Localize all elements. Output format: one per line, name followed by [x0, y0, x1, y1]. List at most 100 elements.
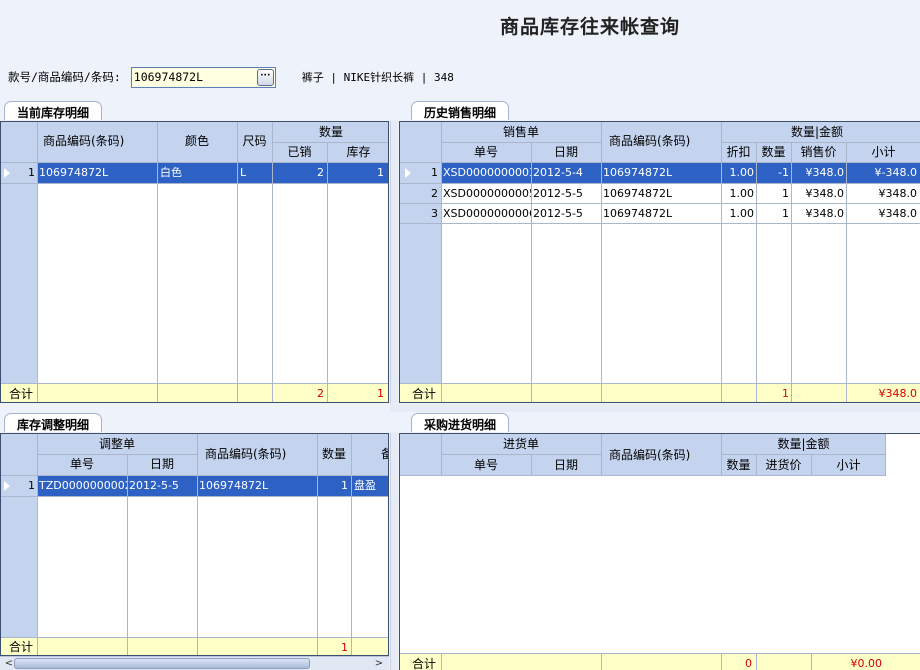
cell-code: 106974872L [39, 166, 109, 179]
stock-grid[interactable]: 商品编码(条码) 颜色 尺码 数量 已销 库存 1 106974872L 白色 … [0, 121, 389, 403]
lookup-button[interactable]: ··· [256, 68, 274, 86]
vertical-splitter-bottom[interactable] [390, 433, 398, 670]
cell-price: ¥348.0 [805, 207, 845, 220]
footer-stock: 1 [377, 387, 384, 400]
stock-panel: 当前库存明细 商品编码(条码) 颜色 尺码 数量 已销 库存 1 1069748… [0, 101, 390, 404]
cell-order-no: XSD0000000003 [443, 166, 531, 179]
purchase-panel: 采购进货明细 进货单 单号 日期 商品编码(条码) 数量|金额 数量 进货价 小… [399, 413, 920, 670]
cell-code: 106974872L [603, 187, 673, 200]
vertical-splitter-top[interactable] [390, 121, 398, 404]
col-group-adjust-order: 调整单 [98, 437, 135, 451]
cell-discount: 1.00 [729, 207, 755, 220]
col-header-price[interactable]: 销售价 [791, 143, 846, 161]
adjust-grid[interactable]: 调整单 单号 日期 商品编码(条码) 数量 备 1 TZD0000000002 … [0, 433, 389, 656]
footer-total-label: 合计 [412, 657, 437, 670]
cell-price: ¥348.0 [805, 187, 845, 200]
cell-stock: 1 [377, 166, 384, 179]
col-header-qty[interactable]: 数量 [317, 445, 351, 463]
cell-date: 2012-5-5 [533, 207, 583, 220]
purchase-grid[interactable]: 进货单 单号 日期 商品编码(条码) 数量|金额 数量 进货价 小计 合计 0 … [399, 433, 920, 670]
col-header-qty[interactable]: 数量 [721, 456, 756, 474]
search-input[interactable] [131, 67, 252, 87]
cell-price: ¥348.0 [805, 166, 845, 179]
cell-qty: 1 [782, 187, 789, 200]
footer-subtotal: ¥0.00 [850, 657, 883, 670]
col-group-purchase-order: 进货单 [502, 437, 539, 451]
col-header-date[interactable]: 日期 [127, 455, 197, 473]
sales-grid[interactable]: 销售单 单号 日期 商品编码(条码) 数量|金额 折扣 数量 销售价 小计 1 … [399, 121, 920, 403]
sales-panel: 历史销售明细 销售单 单号 日期 商品编码(条码) 数量|金额 折扣 数量 销售… [399, 101, 920, 404]
footer-sold: 2 [317, 387, 324, 400]
cell-discount: 1.00 [729, 187, 755, 200]
col-header-color[interactable]: 颜色 [157, 132, 237, 150]
col-header-subtotal[interactable]: 小计 [846, 143, 920, 161]
cell-qty: 1 [782, 207, 789, 220]
col-header-price[interactable]: 进货价 [756, 456, 811, 474]
col-header-stock[interactable]: 库存 [327, 143, 388, 161]
footer-qty: 1 [782, 387, 789, 400]
search-field[interactable]: ··· [130, 66, 276, 88]
footer-total-label: 合计 [9, 387, 34, 401]
tab-sales-history[interactable]: 历史销售明细 [411, 101, 510, 120]
cell-order-no: XSD0000000006 [443, 207, 531, 220]
col-header-sold[interactable]: 已销 [272, 143, 327, 161]
row-number: 1 [431, 166, 438, 179]
row-number: 1 [28, 479, 35, 492]
cell-sold: 2 [317, 166, 324, 179]
product-info: 裤子 | NIKE针织长裤 | 348 [301, 71, 454, 84]
footer-qty: 0 [745, 657, 752, 670]
search-label: 款号/商品编码/条码: [8, 70, 121, 84]
footer-qty: 1 [341, 641, 348, 654]
col-group-quantity-amount: 数量|金额 [777, 437, 830, 451]
cell-note: 盘盈 [354, 479, 376, 492]
col-header-order-no[interactable]: 单号 [37, 455, 127, 473]
col-header-code[interactable]: 商品编码(条码) [601, 446, 721, 464]
cell-subtotal: ¥348.0 [878, 207, 918, 220]
cell-order-no: XSD0000000005 [443, 187, 531, 200]
row-number: 3 [431, 207, 438, 220]
col-group-quantity: 数量 [318, 125, 343, 139]
scroll-right-icon[interactable]: > [372, 657, 386, 670]
footer-total-label: 合计 [9, 640, 34, 654]
col-group-sales-order: 销售单 [502, 125, 539, 139]
cell-subtotal: ¥-348.0 [874, 166, 917, 179]
footer-total-label: 合计 [412, 387, 437, 401]
col-header-code[interactable]: 商品编码(条码) [601, 132, 721, 150]
tab-purchase-detail[interactable]: 采购进货明细 [411, 413, 510, 432]
col-header-subtotal[interactable]: 小计 [811, 456, 886, 474]
footer-subtotal: ¥348.0 [878, 387, 918, 400]
cell-qty: -1 [778, 166, 789, 179]
cell-date: 2012-5-5 [533, 187, 583, 200]
col-header-code[interactable]: 商品编码(条码) [37, 132, 137, 150]
cell-code: 106974872L [603, 207, 673, 220]
horizontal-splitter[interactable] [390, 404, 920, 412]
row-number: 1 [28, 166, 35, 179]
cell-subtotal: ¥348.0 [878, 187, 918, 200]
col-header-date[interactable]: 日期 [531, 456, 601, 474]
adjust-horizontal-scrollbar[interactable]: < > [0, 656, 389, 670]
col-header-code[interactable]: 商品编码(条码) [197, 445, 317, 463]
col-header-qty[interactable]: 数量 [756, 143, 791, 161]
cell-date: 2012-5-5 [129, 479, 179, 492]
col-header-order-no[interactable]: 单号 [441, 143, 531, 161]
search-row: 款号/商品编码/条码: ··· 裤子 | NIKE针织长裤 | 348 [8, 66, 454, 88]
scroll-thumb[interactable] [14, 658, 310, 669]
col-header-discount[interactable]: 折扣 [721, 143, 756, 161]
page-title: 商品库存往来帐查询 [499, 16, 680, 38]
row-number: 2 [431, 187, 438, 200]
col-group-quantity-amount: 数量|金额 [791, 125, 844, 139]
col-header-date[interactable]: 日期 [531, 143, 601, 161]
tab-stock-detail[interactable]: 当前库存明细 [4, 101, 103, 120]
cell-code: 106974872L [199, 479, 269, 492]
col-header-size[interactable]: 尺码 [237, 132, 272, 150]
col-header-order-no[interactable]: 单号 [441, 456, 531, 474]
cell-date: 2012-5-4 [533, 166, 583, 179]
cell-qty: 1 [341, 479, 348, 492]
cell-code: 106974872L [603, 166, 673, 179]
col-header-note[interactable]: 备 [351, 445, 388, 463]
tab-stock-adjust[interactable]: 库存调整明细 [4, 413, 103, 432]
cell-size: L [240, 166, 247, 179]
cell-order-no: TZD0000000002 [39, 479, 127, 492]
cell-color: 白色 [160, 166, 182, 179]
cell-discount: 1.00 [729, 166, 755, 179]
